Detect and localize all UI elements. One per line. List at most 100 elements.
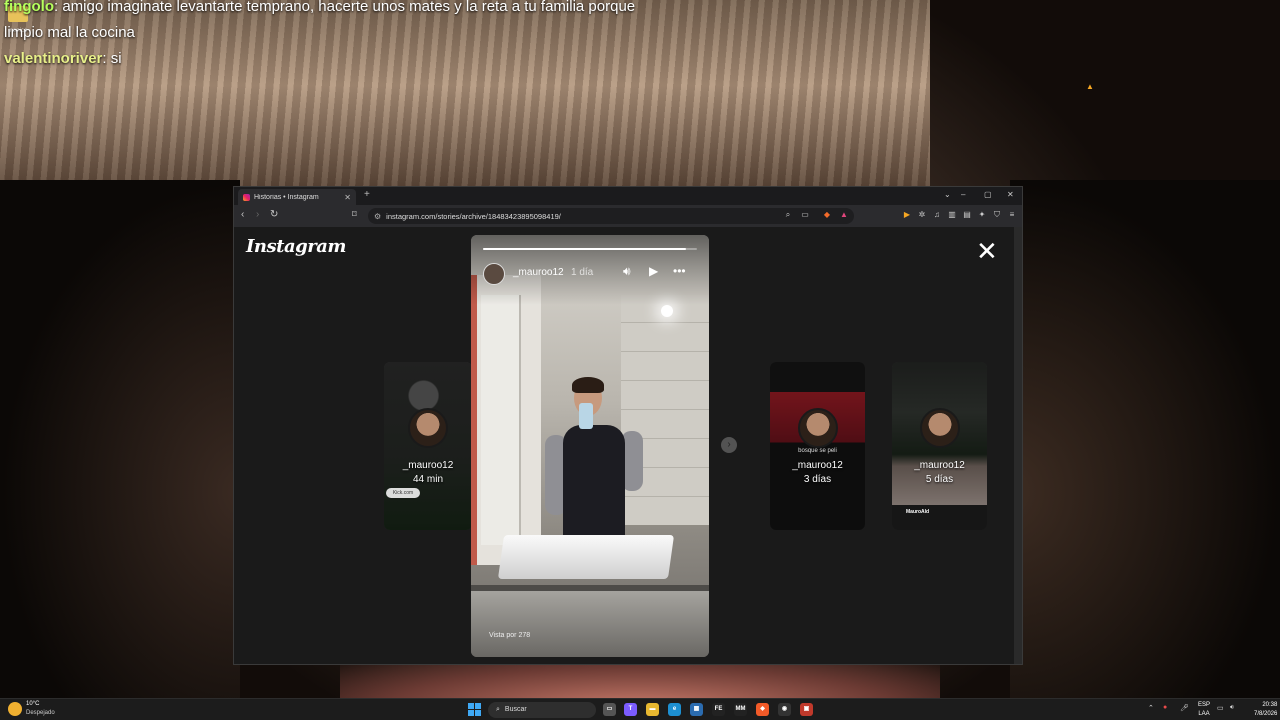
story-thumbnail-next[interactable]: _mauroo12 5 días MauroAld [892,362,987,530]
thumb-caption: MauroAld [906,509,930,515]
active-story[interactable]: _mauroo12 1 día 🔊︎ ▶ ••• Vista por 278 [471,235,709,657]
page-scrollbar[interactable] [1014,227,1022,664]
language-indicator[interactable]: ESP LAA [1198,701,1210,719]
back-button[interactable]: ‹ [241,209,244,220]
stream-chat: fingolo: amigo imaginate levantarte temp… [4,0,635,72]
thumb-avatar [408,408,448,448]
clock-date: 7/8/2026 [1254,711,1278,717]
weather-moon-icon[interactable] [8,702,22,716]
brave-rewards-icon[interactable]: ▲ [839,210,849,220]
obs-icon[interactable]: ◉ [778,703,791,716]
streaming-app-icon[interactable]: ▣ [800,703,813,716]
forward-button[interactable]: › [256,209,259,220]
weather-temperature[interactable]: 10°C [26,701,39,707]
file-explorer-icon[interactable]: ▬ [646,703,659,716]
chat-message: valentinoriver: si [4,46,635,72]
cast-icon[interactable]: ▭ [800,210,810,220]
music-icon[interactable]: ♫ [932,210,942,220]
language-code: ESP [1198,702,1211,708]
more-options-icon[interactable]: ••• [673,264,686,278]
wallet-icon[interactable]: ▤ [962,210,972,220]
browser-window: Historias • Instagram ✕ + ⌄ – ▢ ✕ ‹ › ↻ … [233,186,1023,665]
tray-app-icon[interactable]: ● [1163,704,1167,711]
story-door [481,295,521,545]
mute-icon[interactable]: 🔊︎ [623,264,631,279]
address-bar[interactable]: ⚙ instagram.com/stories/archive/18483423… [368,208,854,224]
microphone-icon[interactable]: 🎤︎ [1180,704,1189,712]
story-ceiling-light [661,305,673,317]
chat-username: valentinoriver [4,50,103,67]
instagram-logo[interactable]: Instagram [246,236,346,257]
close-stories-button[interactable]: ✕ [976,238,998,264]
site-info-icon[interactable]: ⚙ [374,212,381,221]
thumb-username: _mauroo12 [792,460,843,471]
brave-icon[interactable]: ◆ [756,703,769,716]
play-icon[interactable]: ▶ [649,264,658,278]
chat-text: : amigo imaginate levantarte temprano, h… [53,0,636,15]
story-avatar[interactable] [483,263,505,285]
story-counter [471,591,709,657]
story-thumbnail-previous[interactable]: _mauroo12 44 min Kick.com [384,362,472,530]
search-label: Buscar [504,706,527,713]
thumb-caption: bosque se peli [798,448,837,454]
tab-instagram[interactable]: Historias • Instagram ✕ [238,189,356,205]
next-story-arrow-icon[interactable]: › [721,437,737,453]
maximize-button[interactable]: ▢ [984,190,992,199]
thumb-time: 5 días [925,474,954,485]
new-tab-button[interactable]: + [364,189,370,200]
close-window-button[interactable]: ✕ [1007,190,1014,199]
instagram-stories-page: Instagram ✕ _mauroo12 44 min Kick.com _m… [234,227,1016,664]
volume-icon[interactable]: 🔉︎ [1230,704,1234,712]
story-time: 1 día [571,267,594,278]
menu-icon[interactable]: ≡ [1007,210,1017,220]
zoom-icon[interactable]: ⌕ [783,210,793,220]
chat-text: limpio mal la cocina [4,24,135,41]
tab-search-chevron-icon[interactable]: ⌄ [944,190,951,199]
tab-close-icon[interactable]: ✕ [344,193,351,202]
story-thumbnail-next[interactable]: bosque se peli _mauroo12 3 días [770,362,865,530]
story-progress-bar [483,248,697,250]
url-text: instagram.com/stories/archive/1848342389… [386,211,561,221]
story-username[interactable]: _mauroo12 [513,267,564,278]
story-view-count[interactable]: Vista por 278 [489,632,530,639]
story-phone [579,403,593,429]
kick-badge: Kick.com [386,488,420,498]
network-icon[interactable]: ▭ [1217,704,1224,712]
story-person-hair [572,377,604,393]
chat-message-continuation: limpio mal la cocina [4,20,635,46]
vpn-icon[interactable]: ⛉ [992,210,1002,220]
tray-overflow-icon[interactable]: ⌃ [1148,704,1154,712]
brave-shield-icon[interactable]: ◆ [822,210,832,220]
bookmark-icon[interactable]: ⌑ [352,209,357,220]
calculator-icon[interactable]: ▦ [690,703,703,716]
app-fe-icon[interactable]: FE [712,703,725,716]
system-clock[interactable]: 20:38 7/8/2026 [1254,701,1277,719]
windows-start-icon[interactable] [468,703,481,716]
thumb-username: _mauroo12 [402,460,454,471]
story-person-body [563,425,625,545]
weather-condition[interactable]: Despejado [26,710,55,716]
taskbar: 10°C Despejado ⌕ Buscar ▭ T ▬ e ▦ FE MM ◆… [0,698,1280,720]
edge-icon[interactable]: e [668,703,681,716]
thumb-time: 3 días [803,474,832,485]
leo-ai-icon[interactable]: ✦ [977,210,987,220]
thumb-avatar [919,408,960,448]
teams-icon[interactable]: T [624,703,637,716]
reload-button[interactable]: ↻ [270,209,278,220]
thumb-avatar [797,408,838,448]
sidebar-icon[interactable]: ▥ [947,210,957,220]
app-mm-icon[interactable]: MM [734,703,747,716]
media-play-icon[interactable]: ▶ [902,210,912,220]
taskbar-search[interactable]: ⌕ Buscar [488,702,596,718]
story-progress-fill [483,248,687,250]
chat-message: fingolo: amigo imaginate levantarte temp… [4,0,635,20]
thumb-time: 44 min [412,474,443,485]
desktop-background: monico fingolo: amigo imaginate levantar… [0,0,1280,720]
tab-title: Historias • Instagram [254,193,319,201]
instagram-favicon-icon [243,193,250,201]
minimize-button[interactable]: – [961,190,965,199]
extensions-icon[interactable]: ✲ [917,210,927,220]
clock-time: 20:38 [1262,702,1278,708]
browser-toolbar: ‹ › ↻ ⌑ ⚙ instagram.com/stories/archive/… [234,205,1022,227]
task-view-icon[interactable]: ▭ [603,703,616,716]
